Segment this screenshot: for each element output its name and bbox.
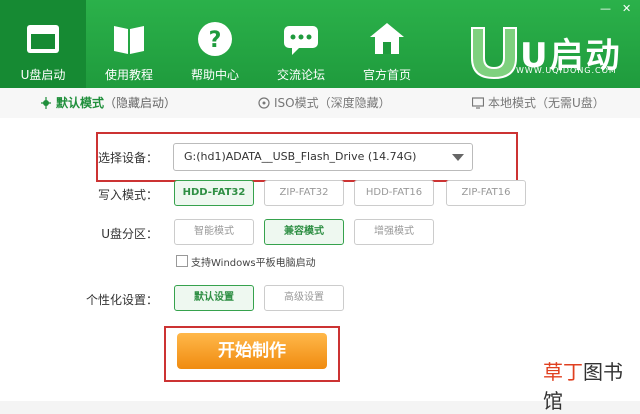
write-mode-label: 写入模式： [97,188,158,202]
mode-tabs: 默认模式（隐藏启动） ISO模式（深度隐藏） 本地模式（无需U盘） [0,88,640,119]
partition-compatible[interactable]: 兼容模式 [264,219,344,245]
tab-iso-mode[interactable]: ISO模式（深度隐藏） [258,88,391,118]
tab-label: 默认模式 [56,96,105,110]
watermark: 草丁图书馆 [543,356,640,414]
windows-tablet-label: 支持Windows平板电脑启动 [191,258,316,269]
device-label: 选择设备： [97,151,158,165]
tab-sublabel: （隐藏启动） [104,96,177,110]
write-mode-zip-fat16[interactable]: ZIP-FAT16 [446,180,526,206]
nav-label: 官方首页 [362,68,411,82]
nav-home[interactable]: 官方首页 [344,0,430,88]
tab-label: ISO模式 [274,96,319,110]
windows-tablet-checkbox[interactable] [176,255,188,267]
partition-label: U盘分区： [101,227,158,241]
personal-advanced[interactable]: 高级设置 [264,285,344,311]
nav-help[interactable]: ? 帮助中心 [172,0,258,88]
partition-enhanced[interactable]: 增强模式 [354,219,434,245]
watermark-part1: 草丁 [543,360,583,384]
home-icon [370,23,404,54]
header: U盘启动 使用教程 ? 帮助中心 交流论坛 官方首页 — ✕ U启动 WWW.U… [0,0,640,88]
help-icon: ? [198,22,232,56]
personal-default[interactable]: 默认设置 [174,285,254,311]
nav-forum[interactable]: 交流论坛 [258,0,344,88]
tab-sublabel: （无需U盘） [536,96,605,110]
window-icon [27,25,59,53]
device-select[interactable]: G:(hd1)ADATA__USB_Flash_Drive (14.74G) [173,143,473,171]
start-button[interactable]: 开始制作 [177,333,327,369]
book-icon [114,26,144,54]
monitor-icon [472,97,484,109]
write-mode-hdd-fat16[interactable]: HDD-FAT16 [354,180,434,206]
close-button[interactable]: ✕ [622,2,631,15]
disc-icon [258,97,270,109]
write-mode-zip-fat32[interactable]: ZIP-FAT32 [264,180,344,206]
brand-url: WWW.UQIDONG.COM [516,66,617,75]
svg-text:?: ? [209,28,222,53]
nav-usb-boot[interactable]: U盘启动 [0,0,86,88]
usb-icon [41,97,51,109]
tab-local-mode[interactable]: 本地模式（无需U盘） [472,88,605,118]
partition-smart[interactable]: 智能模式 [174,219,254,245]
nav-label: 使用教程 [104,68,153,82]
tab-label: 本地模式 [488,96,537,110]
minimize-button[interactable]: — [600,2,611,15]
personal-label: 个性化设置： [85,293,158,307]
nav-label: U盘启动 [20,68,66,82]
chevron-down-icon [452,154,464,161]
nav-label: 交流论坛 [276,68,325,82]
tab-sublabel: （深度隐藏） [318,96,391,110]
nav-tutorial[interactable]: 使用教程 [86,0,172,88]
device-value: G:(hd1)ADATA__USB_Flash_Drive (14.74G) [184,150,417,163]
tab-default-mode[interactable]: 默认模式（隐藏启动） [40,88,176,118]
chat-icon [284,26,318,55]
write-mode-hdd-fat32[interactable]: HDD-FAT32 [174,180,254,206]
nav-label: 帮助中心 [190,68,239,82]
